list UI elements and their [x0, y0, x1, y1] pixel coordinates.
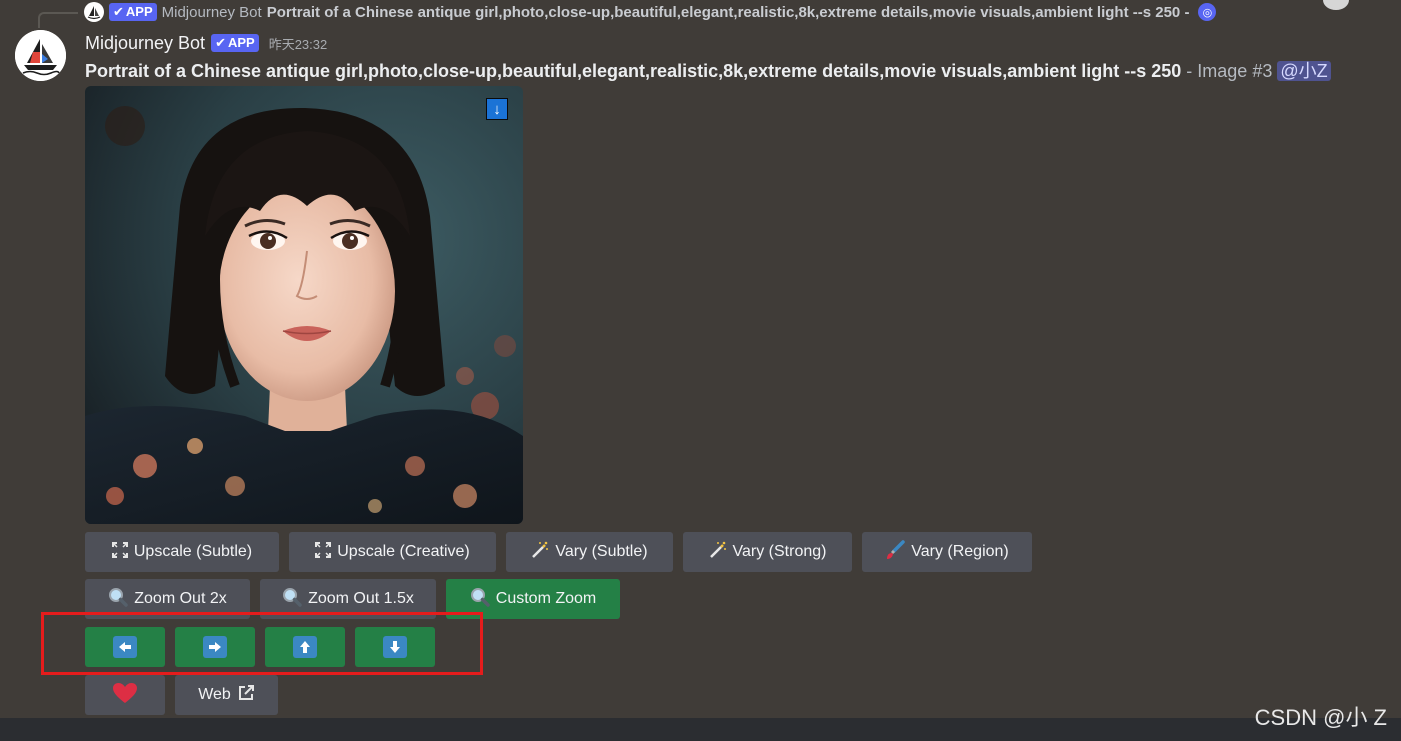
- heart-icon: [112, 682, 138, 708]
- highlight-box: [41, 612, 483, 675]
- vary-region-button[interactable]: Vary (Region): [862, 532, 1032, 572]
- discord-chat-view: ✔ APP Midjourney Bot Portrait of a Chine…: [0, 0, 1401, 741]
- reply-text[interactable]: Portrait of a Chinese antique girl,photo…: [267, 4, 1190, 21]
- upscale-creative-button[interactable]: Upscale (Creative): [289, 532, 496, 572]
- vary-strong-button[interactable]: Vary (Strong): [683, 532, 852, 572]
- watermark: CSDN @小 Z: [1254, 705, 1387, 730]
- check-icon: ✔: [215, 35, 226, 50]
- username[interactable]: Midjourney Bot: [85, 33, 205, 54]
- favorite-button[interactable]: [85, 675, 165, 715]
- vary-subtle-button[interactable]: Vary (Subtle): [506, 532, 673, 572]
- external-link-icon: [237, 684, 255, 706]
- bottom-bar: [0, 718, 1401, 741]
- expand-icon: [315, 542, 332, 562]
- timestamp: 昨天23:32: [268, 36, 328, 52]
- message-header: Midjourney Bot ✔ APP 昨天23:32: [85, 31, 327, 55]
- user-mention[interactable]: @小Z: [1277, 61, 1331, 81]
- message-content: Portrait of a Chinese antique girl,photo…: [85, 57, 1401, 81]
- magnifier-icon: [470, 587, 490, 611]
- mention-avatar-icon: ◎: [1198, 3, 1217, 21]
- prompt-text: Portrait of a Chinese antique girl,photo…: [85, 61, 1182, 81]
- upscale-subtle-button[interactable]: Upscale (Subtle): [85, 532, 279, 572]
- check-icon: ✔: [113, 4, 124, 19]
- magic-wand-icon: [709, 541, 727, 563]
- reply-author[interactable]: Midjourney Bot: [162, 4, 262, 21]
- reply-connector: [38, 12, 78, 28]
- magnifier-icon: [282, 587, 302, 611]
- app-badge: ✔ APP: [211, 34, 259, 52]
- expand-icon: [111, 542, 128, 562]
- image-number: - Image #3: [1181, 61, 1278, 81]
- magnifier-icon: [108, 587, 128, 611]
- bot-avatar[interactable]: [15, 30, 66, 81]
- web-button[interactable]: Web: [175, 675, 278, 715]
- reply-preview[interactable]: ✔ APP Midjourney Bot Portrait of a Chine…: [84, 2, 1401, 22]
- bot-avatar-small-icon: [84, 2, 104, 22]
- paintbrush-icon: [885, 540, 905, 564]
- download-icon[interactable]: ↓: [486, 98, 508, 120]
- app-badge: ✔ APP: [109, 3, 157, 21]
- magic-wand-icon: [531, 541, 549, 563]
- generated-image[interactable]: [85, 86, 523, 524]
